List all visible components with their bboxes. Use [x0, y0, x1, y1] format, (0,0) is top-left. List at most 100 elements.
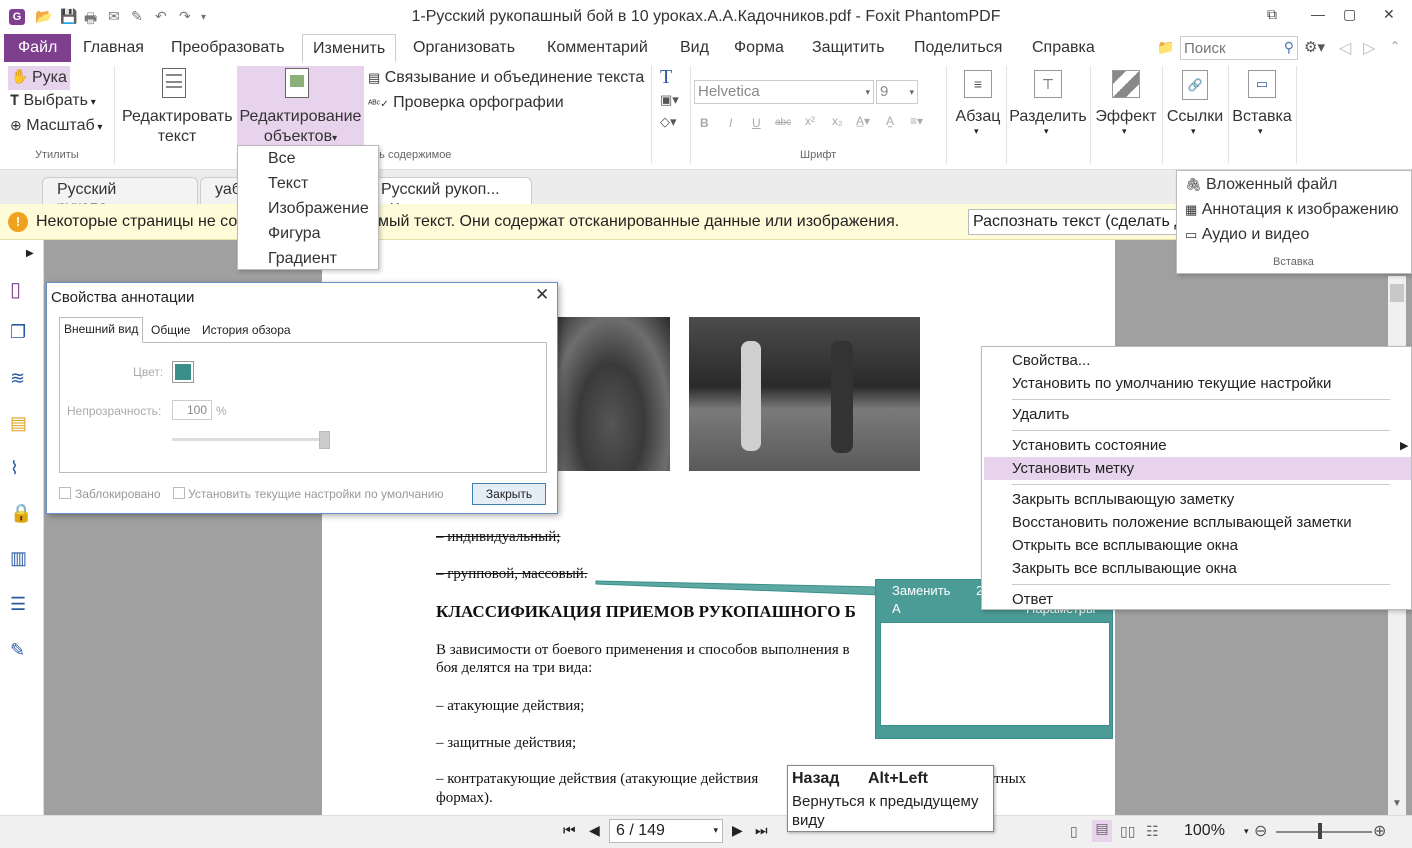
- search-box[interactable]: ⚲: [1180, 36, 1298, 60]
- dialog-close-icon[interactable]: ✕: [535, 285, 549, 305]
- last-page-icon[interactable]: ⏭: [755, 822, 768, 839]
- prev-page-icon[interactable]: ◀: [589, 822, 600, 839]
- signatures-icon[interactable]: ▥: [10, 548, 34, 572]
- minimize-icon[interactable]: —: [1311, 6, 1325, 22]
- menu-form[interactable]: Форма: [734, 34, 784, 62]
- expand-panel-icon[interactable]: ▶: [26, 248, 34, 259]
- objects-option-all[interactable]: Все: [268, 150, 296, 168]
- menu-share[interactable]: Поделиться: [914, 34, 1002, 62]
- objects-option-text[interactable]: Текст: [268, 175, 308, 193]
- edit-objects-button[interactable]: Редактирование объектов▾: [237, 66, 364, 146]
- ctx-close-all[interactable]: Закрыть все всплывающие окна: [1012, 560, 1237, 577]
- scroll-down-icon[interactable]: ▼: [1392, 798, 1402, 809]
- strikethrough-icon[interactable]: abc: [775, 117, 791, 128]
- fields-icon[interactable]: ☰: [10, 594, 34, 618]
- add-image-icon[interactable]: ▣▾: [660, 92, 679, 108]
- menu-edit[interactable]: Изменить: [302, 34, 397, 63]
- zoom-dropdown-icon[interactable]: ▾: [1244, 826, 1249, 837]
- font-size-select[interactable]: 9 ▾: [876, 80, 918, 104]
- zoom-slider[interactable]: [1276, 831, 1372, 833]
- select-tool[interactable]: 𝐓 Выбрать ▾: [10, 92, 96, 110]
- menu-protect[interactable]: Защитить: [812, 34, 885, 62]
- menu-view[interactable]: Вид: [680, 34, 709, 62]
- objects-option-shape[interactable]: Фигура: [268, 225, 321, 243]
- ctx-open-all[interactable]: Открыть все всплывающие окна: [1012, 537, 1238, 554]
- ctx-set-default[interactable]: Установить по умолчанию текущие настройк…: [1012, 375, 1331, 392]
- spellcheck-button[interactable]: ᴬᴮᶜ✓ Проверка орфографии: [368, 94, 564, 112]
- objects-option-gradient[interactable]: Градиент: [268, 250, 337, 268]
- file-menu[interactable]: Файл: [4, 34, 72, 62]
- tab-review-history[interactable]: История обзора: [202, 323, 291, 337]
- menu-home[interactable]: Главная: [83, 34, 144, 62]
- superscript-icon[interactable]: x²: [805, 114, 815, 128]
- bold-icon[interactable]: B: [700, 116, 709, 130]
- underline-icon[interactable]: U: [752, 116, 761, 130]
- add-shape-icon[interactable]: ◇▾: [660, 114, 677, 130]
- collapse-ribbon-icon[interactable]: ⌃: [1390, 39, 1400, 53]
- font-select[interactable]: Helvetica ▾: [694, 80, 874, 104]
- menu-help[interactable]: Справка: [1032, 34, 1095, 62]
- effect-button[interactable]: Эффект ▾: [1094, 66, 1158, 146]
- settings-icon[interactable]: ⚙▾: [1304, 38, 1325, 56]
- next-icon[interactable]: ▷: [1363, 38, 1375, 58]
- insert-media-item[interactable]: ▭ Аудио и видео: [1185, 226, 1309, 244]
- line-spacing-icon[interactable]: ≡▾: [910, 114, 923, 128]
- doc-tab-3[interactable]: Русский рукоп... ✕: [366, 177, 532, 215]
- opacity-input[interactable]: 100: [172, 400, 212, 420]
- default-checkbox[interactable]: [173, 487, 185, 499]
- continuous-icon[interactable]: ▤: [1092, 820, 1112, 842]
- zoom-slider-handle[interactable]: [1318, 823, 1322, 839]
- char-spacing-icon[interactable]: A̰: [886, 114, 894, 128]
- link-text-button[interactable]: ▤ Связывание и объединение текста: [368, 69, 644, 87]
- stamps-icon[interactable]: ✎: [10, 640, 34, 664]
- edit-text-button[interactable]: Редактировать текст: [118, 66, 236, 146]
- split-button[interactable]: ⊤ Разделить ▾: [1008, 66, 1088, 146]
- page-input[interactable]: 6 / 149 ▾: [609, 819, 723, 843]
- folder-search-icon[interactable]: 📁: [1157, 39, 1174, 56]
- color-swatch[interactable]: [172, 361, 194, 383]
- objects-option-image[interactable]: Изображение: [268, 200, 369, 218]
- popup-note-textarea[interactable]: [880, 622, 1110, 726]
- security-icon[interactable]: 🔒: [10, 503, 34, 527]
- insert-image-annotation-item[interactable]: ▦ Аннотация к изображению: [1185, 201, 1399, 219]
- opacity-slider[interactable]: [172, 438, 330, 441]
- tab-appearance[interactable]: Внешний вид: [59, 317, 144, 343]
- ctx-set-status[interactable]: Установить состояние: [1012, 437, 1167, 454]
- dialog-close-button[interactable]: Закрыть: [472, 483, 546, 505]
- hand-tool[interactable]: ✋ Рука: [8, 66, 70, 90]
- opacity-slider-handle[interactable]: [319, 431, 330, 449]
- zoom-value[interactable]: 100%: [1184, 822, 1225, 840]
- font-color-icon[interactable]: A̲▾: [856, 114, 870, 128]
- menu-organize[interactable]: Организовать: [413, 34, 515, 62]
- comments-icon[interactable]: ▤: [10, 413, 34, 437]
- paragraph-button[interactable]: ≡ Абзац ▾: [952, 66, 1004, 146]
- links-button[interactable]: 🔗 Ссылки ▾: [1164, 66, 1226, 146]
- ctx-properties[interactable]: Свойства...: [1012, 352, 1090, 369]
- italic-icon[interactable]: I: [729, 116, 732, 130]
- next-page-icon[interactable]: ▶: [732, 822, 743, 839]
- zoom-tool[interactable]: ⊕ Масштаб ▾: [10, 117, 102, 135]
- ctx-reply[interactable]: Ответ: [1012, 591, 1053, 608]
- facing-icon[interactable]: ▯▯: [1120, 823, 1135, 840]
- insert-button[interactable]: ▭ Вставка ▾: [1230, 66, 1294, 146]
- search-input[interactable]: [1181, 37, 1277, 59]
- doc-tab-1[interactable]: Русский рукопа...: [42, 177, 198, 216]
- bookmarks-icon[interactable]: ▯: [10, 277, 34, 301]
- maximize-icon[interactable]: ▢: [1343, 6, 1356, 23]
- locked-checkbox[interactable]: [59, 487, 71, 499]
- ctx-close-popup[interactable]: Закрыть всплывающую заметку: [1012, 491, 1234, 508]
- menu-comment[interactable]: Комментарий: [547, 34, 648, 62]
- ocr-button[interactable]: Распознать текст (сделать д: [968, 209, 1178, 235]
- prev-icon[interactable]: ◁: [1339, 38, 1351, 58]
- layers-icon[interactable]: ≋: [10, 368, 34, 392]
- subscript-icon[interactable]: x₂: [832, 114, 843, 128]
- menu-convert[interactable]: Преобразовать: [171, 34, 285, 62]
- single-page-icon[interactable]: ▯: [1070, 823, 1078, 840]
- pages-icon[interactable]: ❐: [10, 322, 34, 346]
- scroll-thumb[interactable]: [1390, 284, 1404, 302]
- zoom-in-icon[interactable]: ⊕: [1373, 821, 1386, 841]
- insert-file-item[interactable]: 🖇 Вложенный файл: [1185, 176, 1337, 194]
- ctx-delete[interactable]: Удалить: [1012, 406, 1069, 423]
- first-page-icon[interactable]: ⏮: [563, 822, 576, 839]
- tab-general[interactable]: Общие: [151, 323, 190, 337]
